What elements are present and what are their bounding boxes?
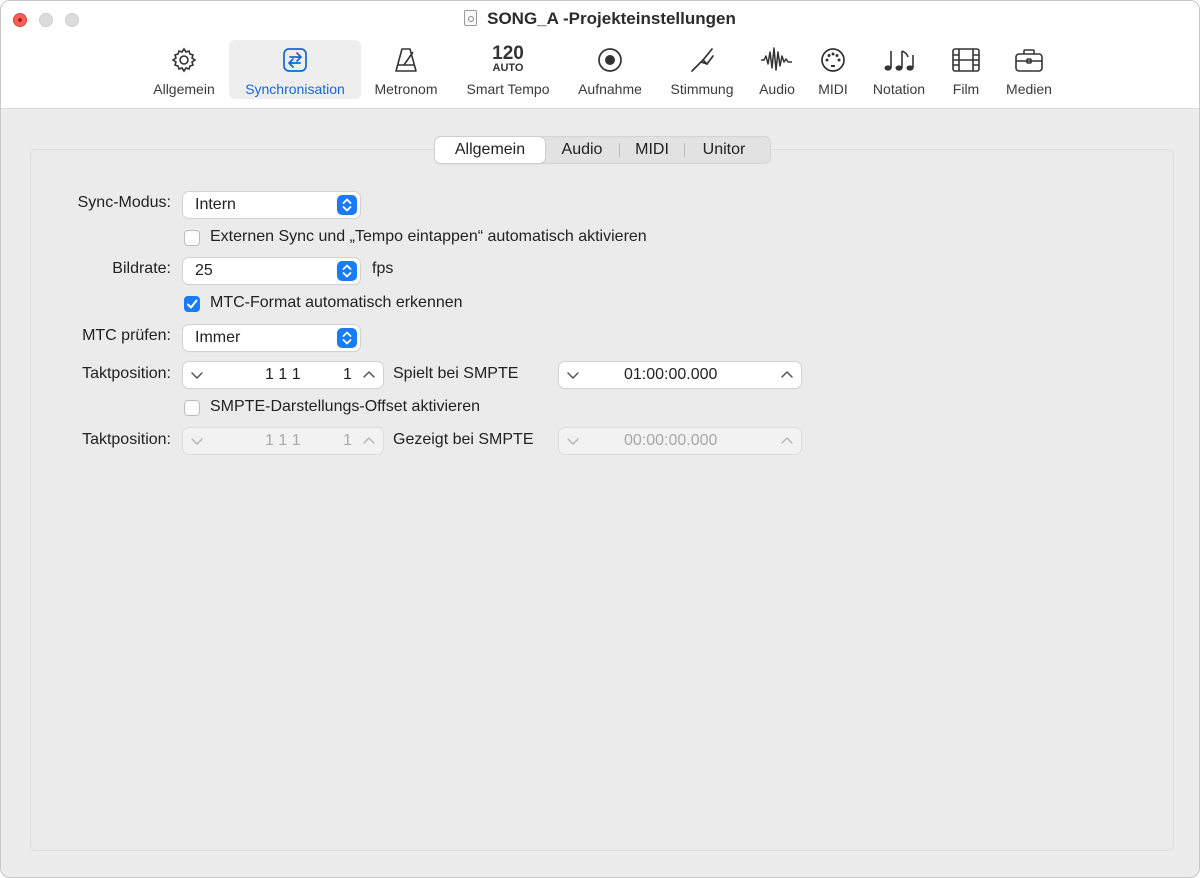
gear-icon: [171, 47, 197, 73]
chevron-up-icon[interactable]: [780, 368, 794, 382]
title-bar: SONG_A -Projekteinstellungen Allgemein S…: [1, 1, 1199, 109]
toolbar-label: Audio: [759, 81, 795, 97]
sync-mode-value: Intern: [195, 196, 236, 213]
tab-allgemein[interactable]: Allgemein: [435, 137, 545, 163]
plays-at-smpte-stepper[interactable]: 01:00:00.000: [559, 362, 801, 388]
toolbar-label: Film: [952, 81, 980, 97]
mtc-check-value: Immer: [195, 329, 241, 346]
tab-audio[interactable]: Audio: [545, 137, 619, 163]
toolbar-label: Aufnahme: [578, 81, 642, 97]
popup-arrows-icon: [337, 328, 357, 348]
auto-sync-checkbox[interactable]: [184, 230, 200, 246]
tempo-value: 120: [492, 43, 524, 64]
toolbar-label: Smart Tempo: [466, 81, 550, 97]
mtc-check-popup[interactable]: Immer: [183, 325, 360, 351]
toolbar-item-notation[interactable]: Notation: [863, 40, 935, 99]
chevron-down-icon[interactable]: [190, 368, 204, 382]
film-icon: [952, 48, 980, 72]
mtc-check-label: MTC prüfen:: [82, 327, 171, 344]
chevron-up-icon[interactable]: [362, 368, 376, 382]
toolbar-label: Allgemein: [153, 81, 215, 97]
frame-rate-unit: fps: [372, 260, 394, 277]
frame-rate-label: Bildrate:: [112, 260, 171, 277]
tab-unitor[interactable]: Unitor: [685, 137, 763, 163]
frame-rate-value: 25: [195, 262, 213, 279]
plays-at-smpte-value[interactable]: 01:00:00.000: [624, 362, 717, 388]
sub-tab-bar: Allgemein Audio MIDI Unitor: [434, 136, 771, 164]
plays-at-smpte-label: Spielt bei SMPTE: [393, 365, 519, 382]
record-icon: [598, 48, 622, 72]
toolbar-item-audio[interactable]: Audio: [751, 40, 803, 99]
toolbar-item-stimmung[interactable]: Stimmung: [659, 40, 745, 99]
chevron-down-icon: [567, 438, 579, 445]
chevron-up-icon: [781, 437, 793, 444]
window-title: SONG_A -Projekteinstellungen: [1, 9, 1199, 29]
metronome-icon: [395, 48, 417, 72]
shown-at-smpte-stepper: 00:00:00.000: [559, 428, 801, 454]
bar-position-label: Taktposition:: [82, 365, 171, 382]
music-notes-icon: [884, 50, 914, 71]
settings-panel: [30, 149, 1174, 851]
auto-sync-label: Externen Sync und „Tempo eintappen“ auto…: [210, 228, 647, 245]
toolbar-item-synchronisation[interactable]: Synchronisation: [229, 40, 361, 99]
frame-rate-popup[interactable]: 25: [183, 258, 360, 284]
toolbar-item-aufnahme[interactable]: Aufnahme: [569, 40, 651, 99]
bar-position-tick[interactable]: 1: [343, 362, 352, 388]
mtc-format-checkbox[interactable]: [184, 296, 200, 312]
toolbar-label: Metronom: [374, 81, 438, 97]
shown-at-smpte-label: Gezeigt bei SMPTE: [393, 431, 534, 448]
tuning-fork-icon: [691, 48, 714, 72]
shown-at-smpte-value: 00:00:00.000: [624, 432, 718, 449]
popup-arrows-icon: [337, 195, 357, 215]
bar-position-stepper[interactable]: 1 1 1 1: [183, 362, 383, 388]
window-title-text: SONG_A -Projekteinstellungen: [487, 9, 736, 28]
mtc-format-label: MTC-Format automatisch erkennen: [210, 294, 463, 311]
toolbar-label: Notation: [872, 81, 926, 97]
toolbar-item-smart-tempo[interactable]: 120 AUTO Smart Tempo: [453, 40, 563, 99]
smpte-offset-label: SMPTE-Darstellungs-Offset aktivieren: [210, 398, 481, 415]
toolbar-label: Synchronisation: [245, 81, 345, 97]
chevron-down-icon[interactable]: [566, 368, 580, 382]
smpte-offset-checkbox[interactable]: [184, 400, 200, 416]
toolbar-item-film[interactable]: Film: [941, 40, 991, 99]
checkmark-icon: [187, 299, 198, 309]
display-bar-position-tick: 1: [343, 432, 352, 449]
toolbar-item-medien[interactable]: Medien: [997, 40, 1061, 99]
display-bar-position-value: 1 1 1: [265, 432, 301, 449]
toolbar-item-midi[interactable]: MIDI: [809, 40, 857, 99]
project-settings-window: SONG_A -Projekteinstellungen Allgemein S…: [0, 0, 1200, 878]
toolbar-label: Medien: [1006, 81, 1052, 97]
toolbar-item-allgemein[interactable]: Allgemein: [143, 40, 225, 99]
toolbar-label: MIDI: [818, 81, 848, 97]
display-bar-position-stepper: 1 1 1 1: [183, 428, 383, 454]
display-bar-position-label: Taktposition:: [82, 431, 171, 448]
tab-midi[interactable]: MIDI: [620, 137, 684, 163]
smart-tempo-icon: 120 AUTO: [492, 44, 524, 74]
waveform-icon: [761, 47, 792, 71]
sync-arrows-icon: [283, 48, 307, 72]
sync-mode-popup[interactable]: Intern: [183, 192, 360, 218]
popup-arrows-icon: [337, 261, 357, 281]
bar-position-value[interactable]: 1 1 1: [265, 362, 301, 388]
document-icon: [464, 10, 478, 26]
chevron-up-icon: [363, 437, 375, 444]
toolbar-label: Stimmung: [670, 81, 734, 97]
settings-toolbar: Allgemein Synchronisation Metronom 120 A…: [1, 40, 1199, 100]
sync-mode-label: Sync-Modus:: [77, 194, 171, 211]
briefcase-icon: [1015, 49, 1043, 72]
toolbar-item-metronom[interactable]: Metronom: [365, 40, 447, 99]
tempo-mode: AUTO: [492, 62, 524, 74]
chevron-down-icon: [191, 438, 203, 445]
midi-port-icon: [821, 48, 845, 72]
